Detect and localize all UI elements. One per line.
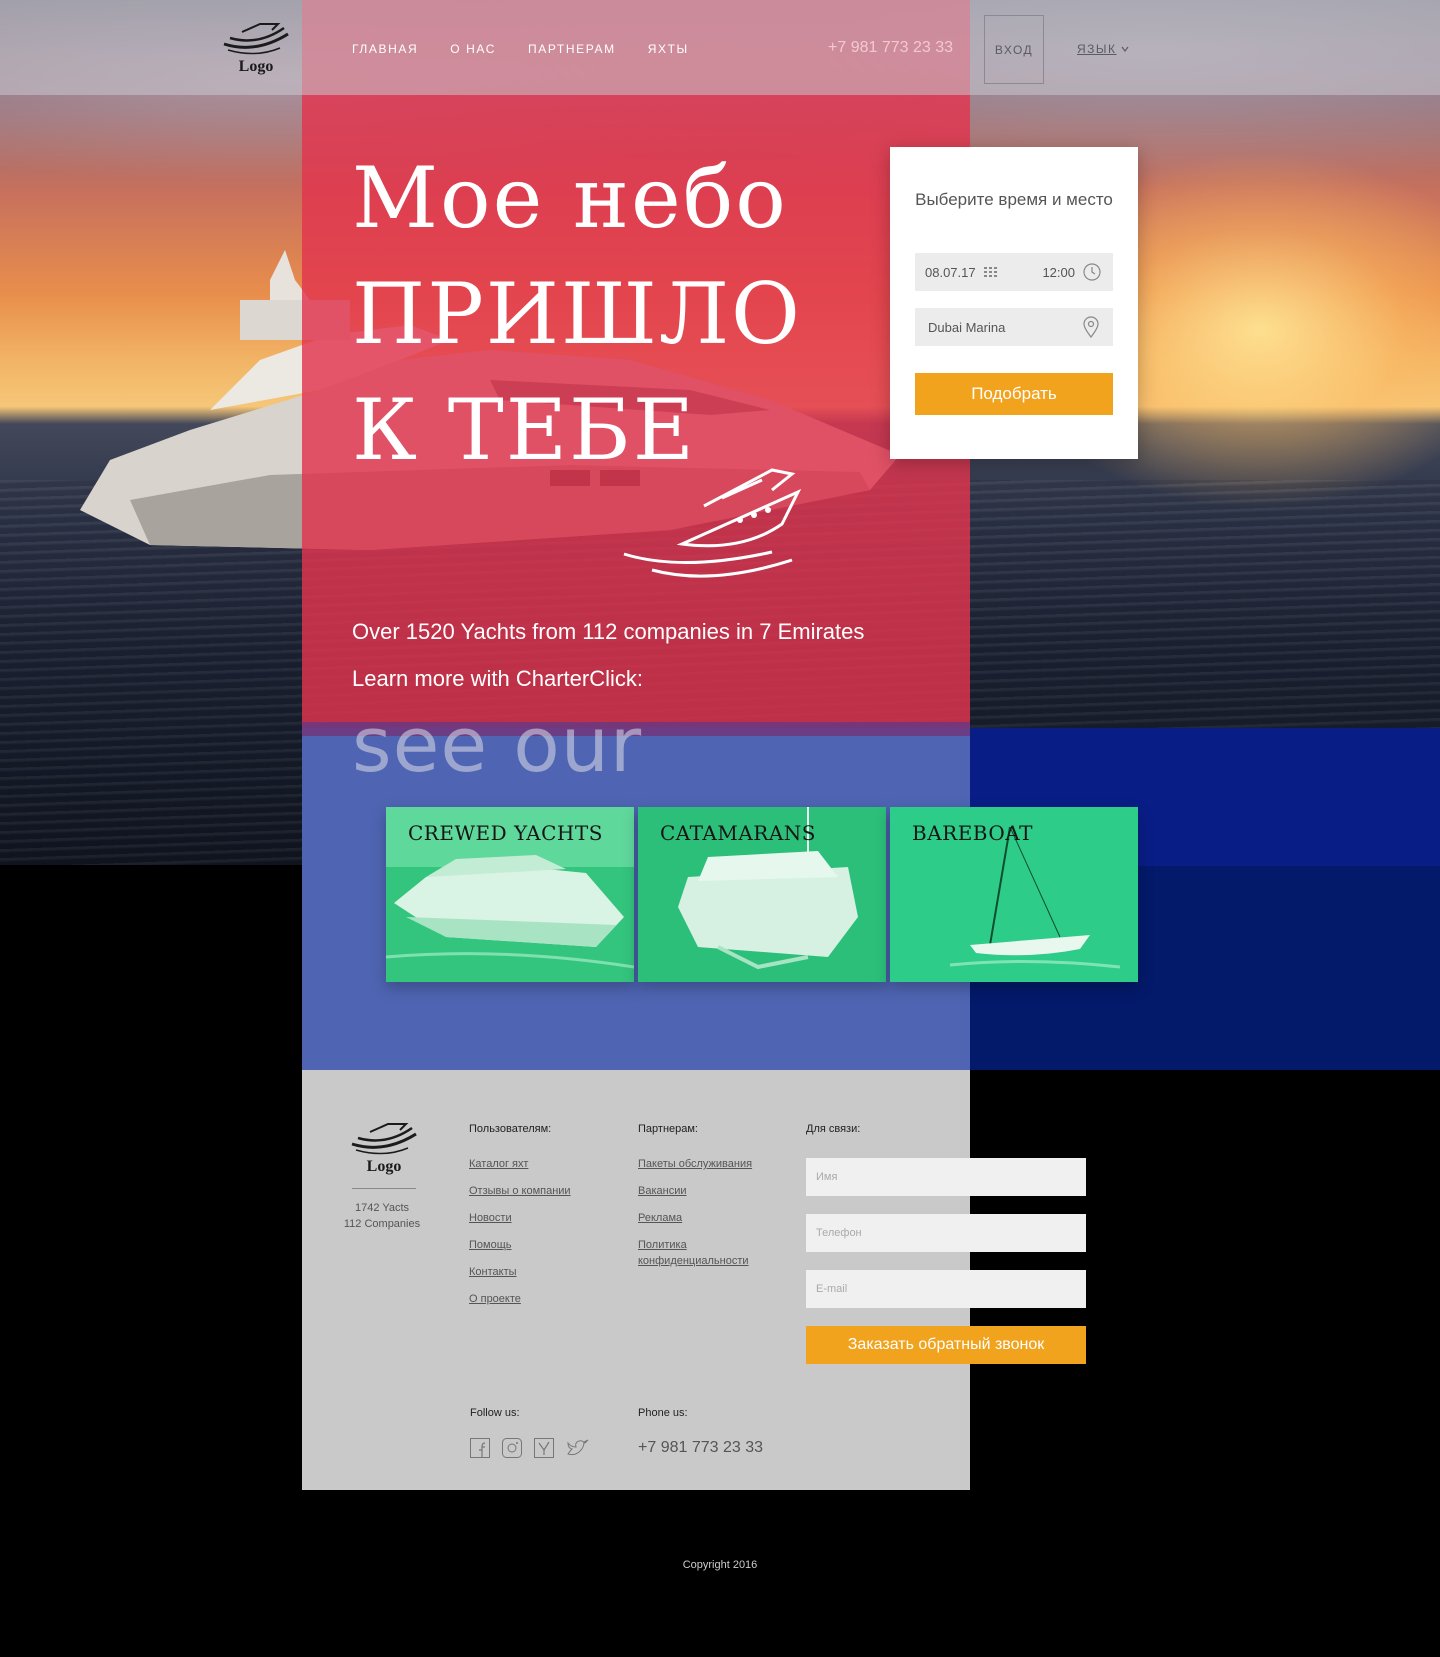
login-button[interactable]: ВХОД	[984, 15, 1044, 84]
nav-item-about[interactable]: О НАС	[450, 42, 496, 56]
yelp-icon[interactable]	[534, 1438, 554, 1458]
users-links: Каталог яхт Отзывы о компании Новости По…	[469, 1156, 571, 1318]
copyright: Copyright 2016	[682, 1559, 758, 1571]
name-placeholder: Имя	[816, 1171, 838, 1183]
category-card-crewed-yachts[interactable]: CREWED YACHTS	[386, 807, 634, 982]
email-input[interactable]: E-mail	[806, 1270, 1086, 1308]
category-card-bareboat[interactable]: BAREBOAT	[890, 807, 1138, 982]
calendar-icon	[983, 267, 997, 277]
stats-companies: 112 Companies	[343, 1218, 421, 1230]
date-value: 08.07.17	[925, 264, 976, 280]
footer-logo[interactable]: Logo	[348, 1120, 420, 1176]
link-about-project[interactable]: О проекте	[469, 1291, 571, 1307]
follow-title: Follow us:	[470, 1407, 520, 1419]
callback-button[interactable]: Заказать обратный звонок	[806, 1326, 1086, 1364]
phone-placeholder: Телефон	[816, 1227, 862, 1239]
location-value: Dubai Marina	[928, 319, 1006, 335]
callback-label: Заказать обратный звонок	[847, 1336, 1045, 1353]
date-picker[interactable]: 08.07.17	[925, 265, 998, 280]
partners-column-title: Партнерам:	[638, 1123, 698, 1135]
nav-item-yachts[interactable]: ЯХТЫ	[648, 42, 689, 56]
ship-emblem-icon	[623, 468, 802, 578]
time-picker[interactable]: 12:00	[1042, 263, 1101, 281]
hero-cta-text: Learn more with CharterClick:	[352, 666, 643, 691]
link-news[interactable]: Новости	[469, 1210, 571, 1226]
link-reviews[interactable]: Отзывы о компании	[469, 1183, 571, 1199]
header-phone[interactable]: +7 981 773 23 33	[828, 39, 953, 57]
link-help[interactable]: Помощь	[469, 1237, 571, 1253]
header-bar	[0, 0, 1440, 95]
link-privacy-policy[interactable]: Политика конфиденциальности	[638, 1237, 768, 1269]
footer-logo-divider	[352, 1188, 416, 1189]
clock-icon	[1083, 263, 1101, 281]
footer-phone[interactable]: +7 981 773 23 33	[638, 1439, 763, 1457]
category-cards: CREWED YACHTS CATAMARANS BAREBOAT	[386, 807, 1138, 982]
section-heading: see our	[352, 700, 643, 789]
name-input[interactable]: Имя	[806, 1158, 1086, 1196]
chevron-down-icon	[1121, 46, 1129, 52]
logo-text: Logo	[238, 58, 274, 75]
stats-yachts: 1742 Yacts	[354, 1202, 410, 1214]
map-pin-icon	[1083, 316, 1099, 338]
hero-tagline: Over 1520 Yachts from 112 companies in 7…	[352, 619, 865, 644]
footer-stats: 1742 Yacts 112 Companies	[322, 1200, 442, 1232]
instagram-icon[interactable]	[502, 1438, 522, 1458]
link-yacht-catalog[interactable]: Каталог яхт	[469, 1156, 571, 1172]
phone-input[interactable]: Телефон	[806, 1214, 1086, 1252]
contact-column-title: Для связи:	[806, 1123, 861, 1135]
phone-us-title: Phone us:	[638, 1407, 688, 1419]
footer: Logo 1742 Yacts 112 Companies Пользовате…	[302, 1070, 1086, 1490]
category-label: BAREBOAT	[912, 821, 1033, 845]
ship-logo-icon	[351, 1123, 417, 1155]
footer-logo-text: Logo	[366, 1158, 402, 1175]
link-contacts[interactable]: Контакты	[469, 1264, 571, 1280]
search-submit-button[interactable]: Подобрать	[915, 373, 1113, 415]
time-value: 12:00	[1042, 264, 1075, 280]
nav-item-home[interactable]: ГЛАВНАЯ	[352, 42, 418, 56]
language-selector[interactable]: ЯЗЫК	[1077, 42, 1129, 56]
social-links	[470, 1438, 590, 1458]
facebook-icon[interactable]	[470, 1438, 490, 1458]
hero-title-line-1: Мое небо	[352, 149, 788, 247]
language-label: ЯЗЫК	[1077, 42, 1117, 56]
email-placeholder: E-mail	[816, 1283, 848, 1295]
link-vacancies[interactable]: Вакансии	[638, 1183, 768, 1199]
widget-title: Выберите время и место	[915, 190, 1113, 209]
users-column-title: Пользователям:	[469, 1123, 552, 1135]
search-widget: Выберите время и место 08.07.17 12:00 Du…	[890, 147, 1138, 459]
nav-item-partners[interactable]: ПАРТНЕРАМ	[528, 42, 616, 56]
ship-logo-icon	[223, 23, 289, 55]
category-label: CREWED YACHTS	[408, 821, 603, 845]
login-label: ВХОД	[994, 42, 1034, 57]
hero-title-line-2: пришло	[352, 265, 802, 363]
partners-links: Пакеты обслуживания Вакансии Реклама Пол…	[638, 1156, 768, 1280]
hero-title: Мое небо пришло к тебе	[352, 140, 912, 488]
location-field[interactable]: Dubai Marina	[915, 308, 1113, 346]
link-service-packages[interactable]: Пакеты обслуживания	[638, 1156, 768, 1172]
main-nav: ГЛАВНАЯ О НАС ПАРТНЕРАМ ЯХТЫ	[352, 42, 689, 56]
link-advertising[interactable]: Реклама	[638, 1210, 768, 1226]
search-submit-label: Подобрать	[971, 384, 1057, 403]
category-card-catamarans[interactable]: CATAMARANS	[638, 807, 886, 982]
date-time-field[interactable]: 08.07.17 12:00	[915, 253, 1113, 291]
twitter-icon[interactable]	[566, 1438, 590, 1458]
category-label: CATAMARANS	[660, 821, 816, 845]
header-logo[interactable]: Logo	[220, 20, 292, 76]
